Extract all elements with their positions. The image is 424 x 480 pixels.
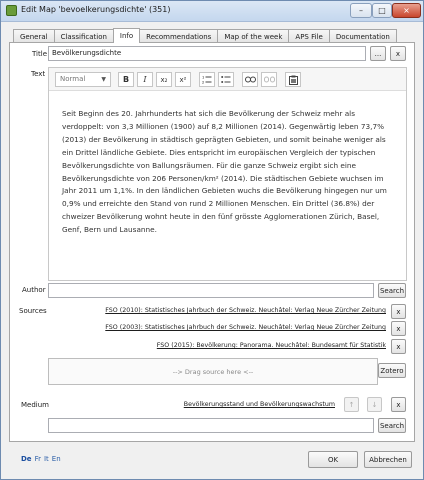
bold-icon[interactable]: B: [118, 72, 134, 87]
language-de[interactable]: De: [21, 455, 32, 463]
svg-text:1: 1: [202, 76, 204, 80]
text-label: Text: [31, 70, 46, 78]
source-link[interactable]: FSO (2003): Statistisches Jahrbuch der S…: [105, 324, 386, 331]
tab-classification[interactable]: Classification: [53, 29, 114, 43]
title-bar[interactable]: Edit Map 'bevoelkerungsdichte' (351) – □…: [1, 1, 423, 22]
author-label: Author: [22, 286, 46, 294]
medium-label: Medium: [21, 401, 49, 409]
subscript-icon[interactable]: x₂: [156, 72, 172, 87]
sources-label: Sources: [19, 307, 47, 315]
chevron-down-icon: ▼: [101, 76, 106, 83]
maximize-button[interactable]: □: [372, 3, 392, 18]
minimize-button[interactable]: –: [350, 3, 372, 18]
source-link[interactable]: FSO (2015): Bevölkerung: Panorama. Neuch…: [157, 342, 386, 349]
drop-zone-hint: --> Drag source here <--: [172, 367, 254, 376]
language-fr[interactable]: Fr: [35, 455, 41, 463]
remove-source-button[interactable]: x: [391, 339, 406, 354]
editor-body-text[interactable]: Seit Beginn des 20. Jahrhunderts hat sic…: [62, 108, 398, 237]
window-title: Edit Map 'bevoelkerungsdichte' (351): [21, 5, 171, 14]
language-it[interactable]: It: [44, 455, 49, 463]
title-input[interactable]: Bevölkerungsdichte: [48, 46, 366, 61]
tab-aps-file[interactable]: APS File: [288, 29, 330, 43]
remove-source-button[interactable]: x: [391, 304, 406, 319]
ok-button[interactable]: OK: [308, 451, 358, 468]
language-switcher: De Fr It En: [21, 455, 64, 463]
author-input[interactable]: [48, 283, 374, 298]
tab-map-of-the-week[interactable]: Map of the week: [217, 29, 290, 43]
tab-info[interactable]: Info: [112, 28, 141, 43]
cancel-button[interactable]: Abbrechen: [364, 451, 412, 468]
rich-text-editor[interactable]: Normal ▼ B I x₂ x² 12 Seit Beginn des 20…: [48, 67, 407, 281]
source-drop-zone[interactable]: --> Drag source here <--: [48, 358, 378, 385]
link-icon[interactable]: [242, 72, 258, 87]
app-icon: [6, 5, 17, 16]
tab-general[interactable]: General: [13, 29, 55, 43]
zotero-button[interactable]: Zotero: [378, 363, 406, 378]
tab-bar: General Classification Info Recommendati…: [13, 28, 397, 43]
medium-link[interactable]: Bevölkerungsstand und Bevölkerungswachst…: [184, 401, 335, 408]
edit-map-window: Edit Map 'bevoelkerungsdichte' (351) – □…: [0, 0, 424, 480]
language-en[interactable]: En: [52, 455, 61, 463]
unordered-list-icon[interactable]: [218, 72, 234, 87]
author-search-button[interactable]: Search: [378, 283, 406, 298]
remove-source-button[interactable]: x: [391, 321, 406, 336]
medium-search-button[interactable]: Search: [378, 418, 406, 433]
arrow-up-icon: ↑: [344, 397, 359, 412]
unlink-icon: [261, 72, 277, 87]
medium-input[interactable]: [48, 418, 374, 433]
paste-icon[interactable]: [285, 72, 301, 87]
remove-medium-button[interactable]: x: [391, 397, 406, 412]
italic-icon[interactable]: I: [137, 72, 153, 87]
format-select-value: Normal: [60, 75, 86, 83]
format-select[interactable]: Normal ▼: [55, 72, 111, 87]
title-label: Title: [32, 50, 48, 58]
title-clear-button[interactable]: x: [390, 46, 406, 61]
tab-recommendations[interactable]: Recommendations: [139, 29, 219, 43]
tab-documentation[interactable]: Documentation: [328, 29, 397, 43]
arrow-down-icon: ↓: [367, 397, 382, 412]
ordered-list-icon[interactable]: 12: [199, 72, 215, 87]
svg-text:2: 2: [202, 81, 204, 85]
superscript-icon[interactable]: x²: [175, 72, 191, 87]
source-link[interactable]: FSO (2010): Statistisches Jahrbuch der S…: [105, 307, 386, 314]
close-window-button[interactable]: ×: [392, 3, 421, 18]
editor-toolbar: Normal ▼ B I x₂ x² 12: [49, 68, 406, 91]
title-more-button[interactable]: ...: [370, 46, 386, 61]
